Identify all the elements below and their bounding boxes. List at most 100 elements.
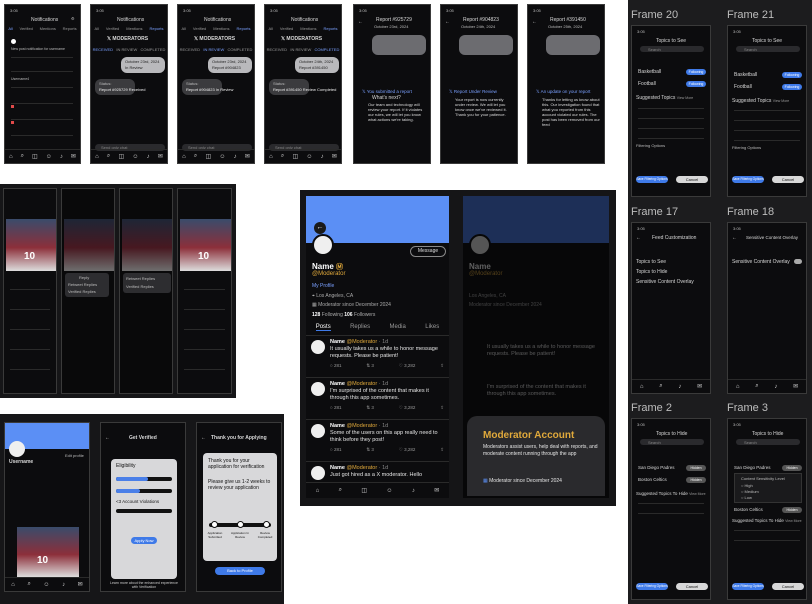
subtab-completed[interactable]: COMPLETED xyxy=(140,47,165,52)
tab-verified[interactable]: Verified xyxy=(106,26,119,31)
search-icon[interactable]: ⌕ xyxy=(659,383,662,390)
moderator-badge-icon[interactable]: Ⓜ xyxy=(336,264,343,271)
my-profile-link[interactable]: My Profile xyxy=(312,283,334,289)
repost-count[interactable]: ⇅ 3 xyxy=(366,363,374,369)
subtab-in-review[interactable]: IN REVIEW xyxy=(203,47,224,52)
tab-all[interactable]: All xyxy=(94,26,98,31)
mail-icon[interactable]: ✉ xyxy=(71,153,76,160)
menu-item-retweet-replies[interactable]: Retweet Replies xyxy=(126,276,155,281)
search-icon[interactable]: ⌕ xyxy=(339,487,342,494)
home-icon[interactable]: ⌂ xyxy=(269,154,273,160)
tab-mentions[interactable]: Mentions xyxy=(213,26,229,31)
menu-item-reply[interactable]: Reply xyxy=(79,275,89,280)
edit-profile-button[interactable]: Edit profile xyxy=(65,453,84,458)
gear-icon[interactable]: ⚙ xyxy=(71,16,75,21)
subtab-in-review[interactable]: IN REVIEW xyxy=(290,47,311,52)
search-input[interactable]: Search xyxy=(640,46,704,52)
home-icon[interactable]: ⌂ xyxy=(95,154,99,160)
home-icon[interactable]: ⌂ xyxy=(11,582,15,588)
hidden-toggle[interactable]: Hidden xyxy=(782,465,802,471)
like-count[interactable]: ♡ 3,282 xyxy=(399,447,416,453)
back-arrow-icon[interactable]: ← xyxy=(532,19,537,25)
grok-icon[interactable]: ◫ xyxy=(118,153,124,160)
mail-icon[interactable]: ✉ xyxy=(245,153,250,160)
people-icon[interactable]: ☺ xyxy=(306,154,312,160)
people-icon[interactable]: ☺ xyxy=(386,488,392,494)
mail-icon[interactable]: ✉ xyxy=(434,487,439,494)
search-icon[interactable]: ⌕ xyxy=(27,581,30,588)
cancel-button[interactable]: Cancel xyxy=(772,176,804,183)
tab-mentions[interactable]: Mentions xyxy=(300,26,316,31)
cancel-button[interactable]: Cancel xyxy=(772,583,804,590)
following-toggle[interactable]: Following xyxy=(686,81,706,87)
search-icon[interactable]: ⌕ xyxy=(21,153,24,160)
home-icon[interactable]: ⌂ xyxy=(182,154,186,160)
hidden-toggle[interactable]: Hidden xyxy=(782,507,802,513)
back-arrow-icon[interactable]: ← xyxy=(732,235,737,241)
tab-all[interactable]: All xyxy=(268,26,272,31)
post[interactable]: Name @Moderator · 1d Some of the users o… xyxy=(306,422,449,460)
search-input[interactable]: Search xyxy=(736,46,800,52)
search-icon[interactable]: ⌕ xyxy=(194,153,197,160)
save-filtering-button[interactable]: Save Filtering Options xyxy=(732,176,764,183)
hidden-toggle[interactable]: Hidden xyxy=(686,465,706,471)
bell-icon[interactable]: ♪ xyxy=(412,488,415,494)
menu-item-topics-to-hide[interactable]: Topics to Hide xyxy=(636,269,667,275)
tab-likes[interactable]: Likes xyxy=(425,324,439,331)
reply-count[interactable]: ○ 281 xyxy=(330,405,341,411)
back-arrow-icon[interactable]: ← xyxy=(314,222,326,234)
search-icon[interactable]: ⌕ xyxy=(755,383,758,390)
following-toggle[interactable]: Following xyxy=(686,69,706,75)
tab-reports[interactable]: Reports xyxy=(63,26,77,31)
hidden-toggle[interactable]: Hidden xyxy=(686,477,706,483)
like-count[interactable]: ♡ 3,282 xyxy=(399,405,416,411)
home-icon[interactable]: ⌂ xyxy=(9,154,13,160)
save-filtering-button[interactable]: Save Filtering Options xyxy=(636,176,668,183)
message-button[interactable]: Message xyxy=(410,246,446,257)
home-icon[interactable]: ⌂ xyxy=(640,384,644,390)
mail-icon[interactable]: ✉ xyxy=(697,383,702,390)
tab-reports[interactable]: Reports xyxy=(149,26,163,31)
home-icon[interactable]: ⌂ xyxy=(316,488,320,494)
mail-icon[interactable]: ✉ xyxy=(78,581,83,588)
cancel-button[interactable]: Cancel xyxy=(676,583,708,590)
sensitive-content-toggle[interactable] xyxy=(794,259,802,264)
grok-icon[interactable]: ◫ xyxy=(292,153,298,160)
home-icon[interactable]: ⌂ xyxy=(736,384,740,390)
reply-count[interactable]: ○ 281 xyxy=(330,447,341,453)
grok-icon[interactable]: ◫ xyxy=(32,153,38,160)
tab-reports[interactable]: Reports xyxy=(236,26,250,31)
post[interactable]: Name @Moderator · 1d I'm surprised of th… xyxy=(306,380,449,418)
bell-icon[interactable]: ♪ xyxy=(62,582,65,588)
tab-mentions[interactable]: Mentions xyxy=(126,26,142,31)
tab-verified[interactable]: Verified xyxy=(280,26,293,31)
people-icon[interactable]: ☺ xyxy=(132,154,138,160)
menu-item-verified-replies[interactable]: Verified Replies xyxy=(68,289,96,294)
learn-more-text[interactable]: Learn more about the enhanced experience… xyxy=(107,581,181,589)
share-icon[interactable]: ⇪ xyxy=(440,363,444,369)
search-input[interactable]: Search xyxy=(640,439,704,445)
grok-icon[interactable]: ◫ xyxy=(361,487,367,494)
share-icon[interactable]: ⇪ xyxy=(440,405,444,411)
repost-count[interactable]: ⇅ 3 xyxy=(366,405,374,411)
people-icon[interactable]: ☺ xyxy=(219,154,225,160)
bell-icon[interactable]: ♪ xyxy=(234,154,237,160)
level-option[interactable]: ○ High xyxy=(741,483,753,488)
bell-icon[interactable]: ♪ xyxy=(678,384,681,390)
back-arrow-icon[interactable]: ← xyxy=(105,435,110,441)
back-arrow-icon[interactable]: ← xyxy=(358,19,363,25)
tab-reports[interactable]: Reports xyxy=(323,26,337,31)
subtab-received[interactable]: RECEIVED xyxy=(180,47,200,52)
menu-item-retweet-replies[interactable]: Retweet Replies xyxy=(68,282,97,287)
back-arrow-icon[interactable]: ← xyxy=(445,19,450,25)
menu-item-topics-to-see[interactable]: Topics to See xyxy=(636,259,666,265)
mail-icon[interactable]: ✉ xyxy=(158,153,163,160)
tab-mentions[interactable]: Mentions xyxy=(40,26,56,31)
people-icon[interactable]: ☺ xyxy=(46,154,52,160)
save-filtering-button[interactable]: Save Filtering Options xyxy=(732,583,764,590)
mail-icon[interactable]: ✉ xyxy=(332,153,337,160)
following-toggle[interactable]: Following xyxy=(782,72,802,78)
search-icon[interactable]: ⌕ xyxy=(281,153,284,160)
people-icon[interactable]: ☺ xyxy=(43,582,49,588)
apply-now-button[interactable]: Apply Now xyxy=(131,537,157,544)
